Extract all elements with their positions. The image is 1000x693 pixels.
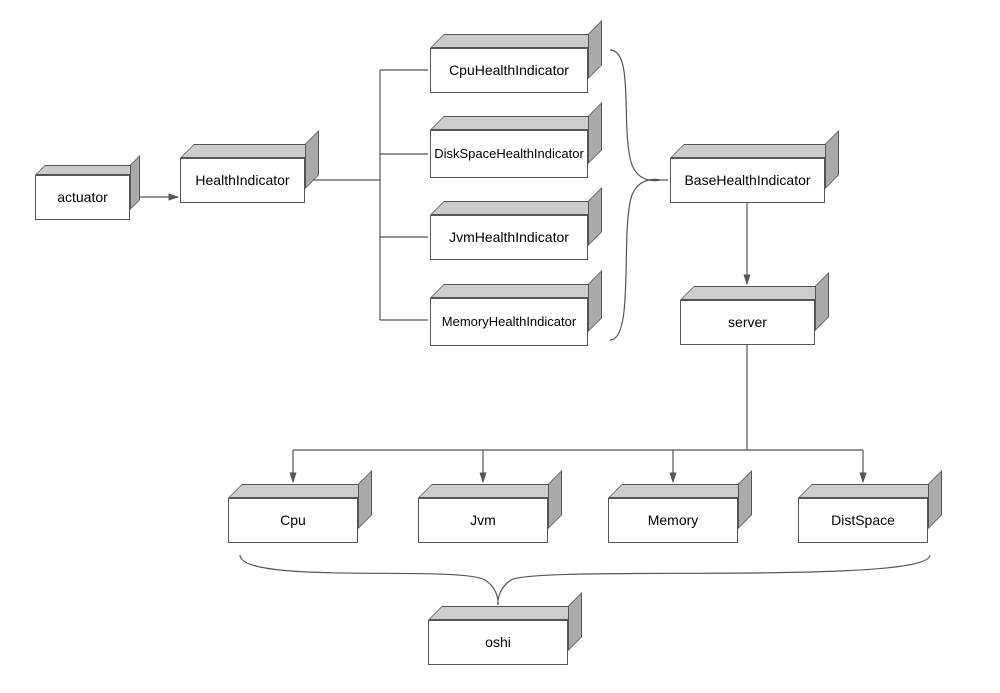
label-dist-space: DistSpace xyxy=(831,512,895,529)
label-jvm: Jvm xyxy=(470,512,496,529)
label-server: server xyxy=(728,314,767,331)
label-memory: Memory xyxy=(648,512,699,529)
label-oshi: oshi xyxy=(485,634,511,651)
label-base-health-indicator: BaseHealthIndicator xyxy=(684,172,810,189)
label-jvm-health-indicator: JvmHealthIndicator xyxy=(449,229,569,246)
label-actuator: actuator xyxy=(57,189,108,206)
label-disk-space-health-indicator: DiskSpaceHealthIndicator xyxy=(434,146,584,162)
label-cpu: Cpu xyxy=(280,512,306,529)
diagram-canvas: { "chart_data": { "type": "diagram", "no… xyxy=(0,0,1000,693)
label-memory-health-indicator: MemoryHealthIndicator xyxy=(442,314,576,330)
brace-down xyxy=(240,555,930,605)
label-health-indicator: HealthIndicator xyxy=(195,172,289,189)
label-cpu-health-indicator: CpuHealthIndicator xyxy=(449,62,569,79)
connectors xyxy=(0,0,1000,693)
brace-right xyxy=(610,50,660,340)
